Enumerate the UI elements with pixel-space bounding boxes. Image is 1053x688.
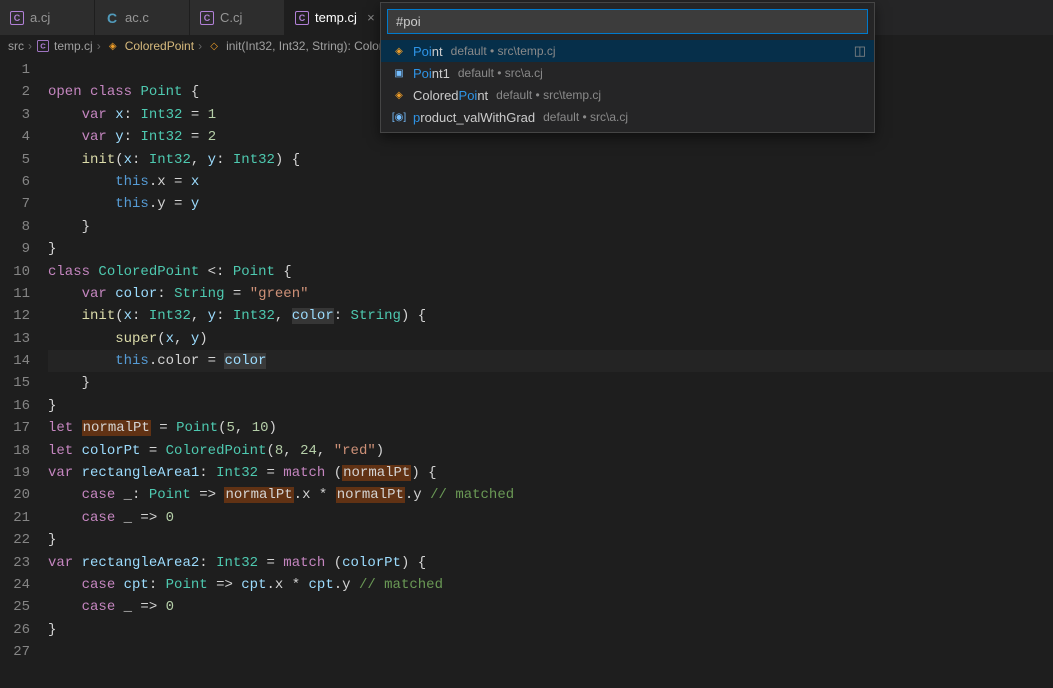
quick-open-item[interactable]: ◈ Point default • src\temp.cj ◫ — [381, 40, 874, 62]
breadcrumb-segment[interactable]: temp.cj — [54, 39, 93, 53]
struct-icon: ▣ — [391, 65, 407, 81]
file-icon: C — [105, 11, 119, 25]
chevron-right-icon: › — [97, 39, 101, 53]
quick-open-panel: ◈ Point default • src\temp.cj ◫ ▣ Point1… — [380, 2, 875, 133]
editor: 1234567891011121314151617181920212223242… — [0, 57, 1053, 688]
quick-open-list: ◈ Point default • src\temp.cj ◫ ▣ Point1… — [381, 40, 874, 132]
tab-label: a.cj — [30, 10, 50, 25]
gutter: 1234567891011121314151617181920212223242… — [0, 57, 48, 688]
class-icon: ◈ — [105, 38, 121, 54]
item-detail: default • src\a.cj — [543, 110, 628, 124]
tab-label: ac.c — [125, 10, 149, 25]
chevron-right-icon: › — [28, 39, 32, 53]
item-name: Point1 — [413, 66, 450, 81]
item-name: ColoredPoint — [413, 88, 488, 103]
tab-label: temp.cj — [315, 10, 357, 25]
chevron-right-icon: › — [198, 39, 202, 53]
class-icon: ◈ — [391, 87, 407, 103]
quick-open-item[interactable]: ▣ Point1 default • src\a.cj — [381, 62, 874, 84]
tab-temp-cj[interactable]: C temp.cj × — [285, 0, 390, 35]
close-icon[interactable]: × — [363, 10, 379, 25]
item-name: Point — [413, 44, 443, 59]
file-icon: C — [10, 11, 24, 25]
breadcrumb-segment[interactable]: src — [8, 39, 24, 53]
breadcrumb-segment[interactable]: ColoredPoint — [125, 39, 194, 53]
tab-ac-c[interactable]: C ac.c × — [95, 0, 190, 35]
file-icon: C — [37, 40, 49, 52]
quick-open-item[interactable]: [◉] product_valWithGrad default • src\a.… — [381, 106, 874, 128]
variable-icon: [◉] — [391, 109, 407, 125]
tab-label: C.cj — [220, 10, 242, 25]
code-area[interactable]: open class Point { var x: Int32 = 1 var … — [48, 57, 1053, 688]
item-detail: default • src\temp.cj — [451, 44, 556, 58]
tab-c-cj[interactable]: C C.cj × — [190, 0, 285, 35]
file-icon: C — [295, 11, 309, 25]
file-icon: C — [200, 11, 214, 25]
method-icon: ◇ — [206, 38, 222, 54]
item-detail: default • src\temp.cj — [496, 88, 601, 102]
tab-a-cj[interactable]: C a.cj × — [0, 0, 95, 35]
item-name: product_valWithGrad — [413, 110, 535, 125]
class-icon: ◈ — [391, 43, 407, 59]
split-editor-icon[interactable]: ◫ — [854, 43, 866, 59]
item-detail: default • src\a.cj — [458, 66, 543, 80]
quick-open-item[interactable]: ◈ ColoredPoint default • src\temp.cj — [381, 84, 874, 106]
quick-open-input[interactable] — [387, 9, 868, 34]
